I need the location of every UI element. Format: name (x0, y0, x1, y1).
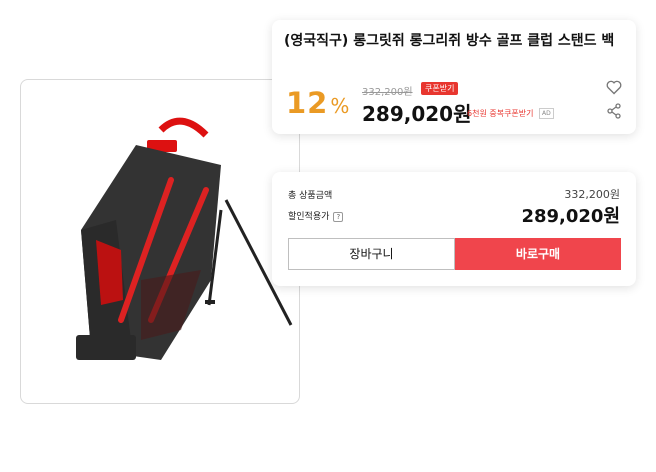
heart-icon[interactable] (606, 80, 622, 95)
golf-bag-image (76, 117, 293, 360)
product-image-frame (20, 79, 300, 404)
product-title[interactable]: (영국직구) 롱그릿쥐 롱그리쥐 방수 골프 클럽 스탠드 백 (284, 31, 624, 51)
buy-now-button[interactable]: 바로구매 (455, 238, 621, 270)
add-to-cart-button[interactable]: 장바구니 (288, 238, 455, 270)
discount-rate: 12% (286, 86, 351, 120)
product-info-card: (영국직구) 롱그릿쥐 롱그리쥐 방수 골프 클럽 스탠드 백 12% 332,… (272, 20, 636, 134)
total-price-label: 총 상품금액 (288, 191, 333, 201)
original-price: 332,200원 (362, 87, 413, 98)
coupon-button[interactable]: 쿠폰받기 (421, 82, 459, 95)
purchase-card: 총 상품금액 332,200원 할인적용가? 289,020원 장바구니 바로구… (272, 172, 636, 286)
final-price-value: 289,020원 (521, 206, 620, 227)
ad-badge: AD (539, 108, 554, 119)
total-price-value: 332,200원 (564, 188, 620, 201)
duplicate-coupon-link[interactable]: 6천원 중복쿠폰받기 (467, 108, 534, 119)
sale-price: 289,020원 (362, 102, 472, 126)
discount-price-label: 할인적용가? (288, 209, 344, 222)
help-icon[interactable]: ? (333, 211, 344, 222)
share-icon[interactable] (607, 103, 621, 119)
